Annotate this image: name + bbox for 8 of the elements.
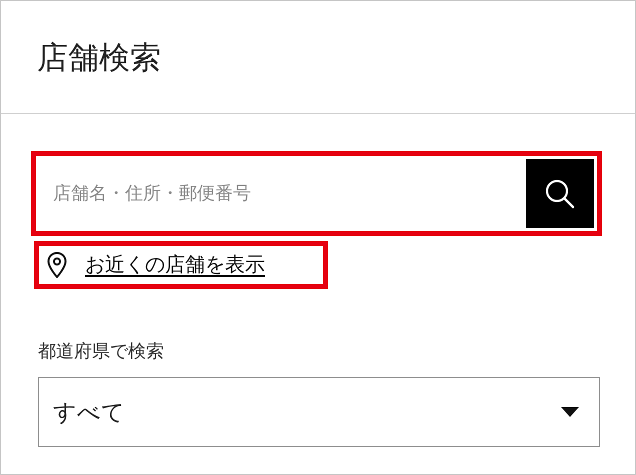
page-title: 店舗検索 [37,42,161,72]
nearby-stores-link[interactable]: お近くの店舗を表示 [85,250,265,280]
dropdown-caret-icon [561,407,579,417]
prefecture-label: 都道府県で検索 [38,340,165,363]
search-icon [544,178,576,210]
prefecture-dropdown[interactable]: すべて [38,377,600,447]
search-button[interactable] [526,159,594,228]
location-pin-icon [47,252,67,278]
